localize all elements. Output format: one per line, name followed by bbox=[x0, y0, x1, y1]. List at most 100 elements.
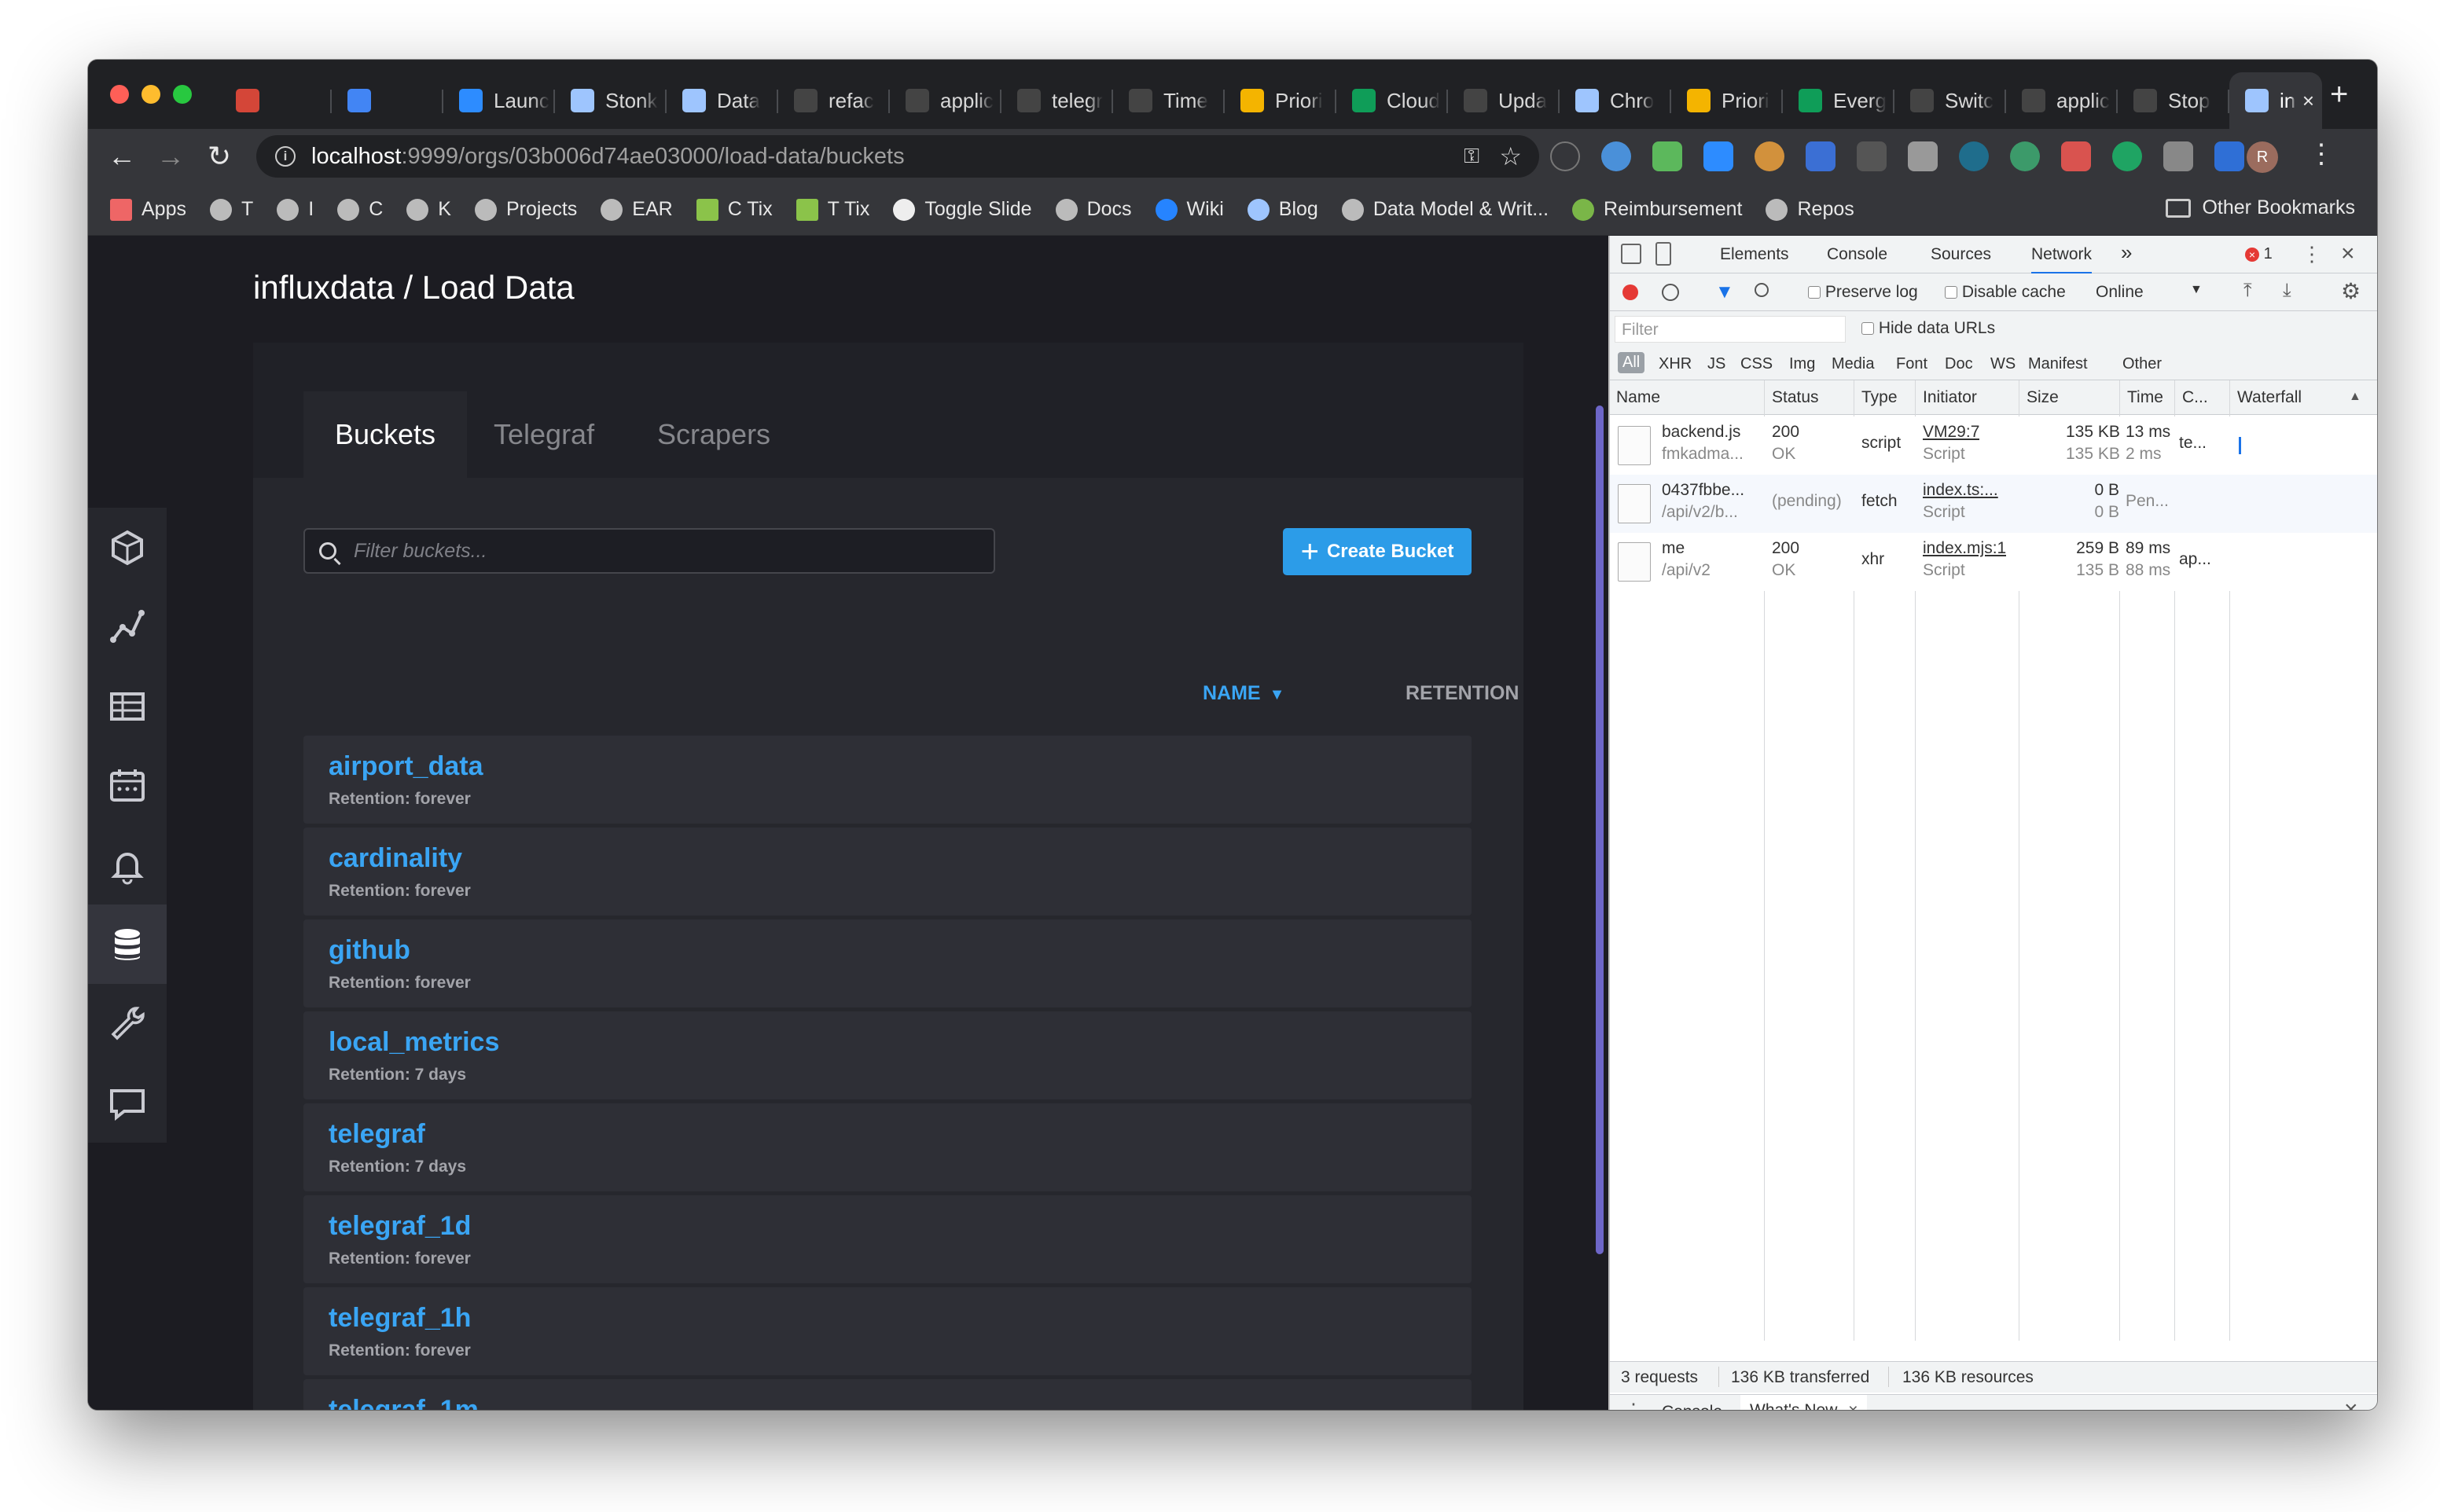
bucket-name-link[interactable]: telegraf bbox=[329, 1119, 1472, 1150]
inspect-element-icon[interactable] bbox=[1621, 244, 1641, 264]
nav-tasks-icon[interactable] bbox=[88, 746, 167, 825]
error-badge[interactable]: × 1 bbox=[2245, 245, 2273, 263]
bucket-name-link[interactable]: local_metrics bbox=[329, 1027, 1472, 1058]
nav-dashboards-icon[interactable] bbox=[88, 666, 167, 746]
bookmark-item[interactable]: Data Model & Writ... bbox=[1341, 198, 1549, 221]
resource-type-xhr[interactable]: XHR bbox=[1659, 355, 1692, 373]
extension-code-icon[interactable] bbox=[1857, 141, 1887, 171]
drawer-close-icon[interactable]: × bbox=[2344, 1396, 2358, 1410]
throttle-select[interactable]: Online ▼ bbox=[2096, 283, 2203, 302]
bookmark-item[interactable]: Toggle Slide bbox=[893, 198, 1032, 221]
bookmark-item[interactable]: Repos bbox=[1766, 198, 1854, 221]
zoom-window-button[interactable] bbox=[173, 85, 192, 104]
column-header[interactable]: Name bbox=[1610, 380, 1764, 415]
filter-funnel-icon[interactable]: ▼ bbox=[1715, 281, 1734, 303]
resource-type-img[interactable]: Img bbox=[1789, 355, 1815, 373]
devtools-menu-icon[interactable]: ⋮ bbox=[2302, 242, 2322, 266]
profile-avatar[interactable]: R bbox=[2247, 141, 2278, 173]
resource-type-doc[interactable]: Doc bbox=[1945, 355, 1973, 373]
bucket-name-link[interactable]: airport_data bbox=[329, 751, 1472, 782]
info-icon[interactable]: i bbox=[275, 146, 296, 167]
bucket-name-link[interactable]: cardinality bbox=[329, 843, 1472, 874]
resource-type-other[interactable]: Other bbox=[2122, 355, 2162, 373]
clear-icon[interactable] bbox=[1662, 284, 1679, 301]
sort-ascending-icon[interactable]: ▲ bbox=[2349, 390, 2361, 404]
bookmark-item[interactable]: Apps bbox=[110, 198, 186, 221]
extension-react-icon[interactable] bbox=[1959, 141, 1989, 171]
extension-info-icon[interactable] bbox=[1550, 141, 1580, 171]
bucket-card[interactable]: telegraf Retention: 7 days bbox=[303, 1103, 1472, 1191]
close-window-button[interactable] bbox=[110, 85, 129, 104]
bucket-card[interactable]: airport_data Retention: forever bbox=[303, 736, 1472, 824]
bucket-card[interactable]: telegraf_1mRetention: forever bbox=[303, 1379, 1472, 1410]
sort-by-name-button[interactable]: NAME ▼ bbox=[1203, 682, 1284, 705]
extension-columns-icon[interactable] bbox=[2061, 141, 2091, 171]
nav-feedback-icon[interactable] bbox=[88, 1063, 167, 1143]
extension-cloud-icon[interactable] bbox=[1652, 141, 1682, 171]
other-bookmarks[interactable]: Other Bookmarks bbox=[2166, 196, 2355, 219]
request-initiator[interactable]: VM29:7 bbox=[1923, 423, 1979, 442]
browser-tab[interactable]: applic bbox=[2006, 75, 2118, 126]
address-bar[interactable]: i localhost:9999/orgs/03b006d74ae03000/l… bbox=[256, 135, 1539, 178]
devtools-tab-sources[interactable]: Sources bbox=[1931, 245, 1991, 264]
browser-tab[interactable] bbox=[332, 75, 443, 126]
extension-dollar-icon[interactable] bbox=[2112, 141, 2142, 171]
browser-tab[interactable]: applic bbox=[890, 75, 1001, 126]
browser-tab[interactable]: Stonk bbox=[555, 75, 667, 126]
network-filter-input[interactable]: Filter bbox=[1615, 316, 1846, 343]
key-icon[interactable]: ⚿ bbox=[1464, 144, 1479, 169]
browser-menu-icon[interactable]: ⋮ bbox=[2308, 138, 2335, 170]
filter-buckets-input[interactable]: Filter buckets... bbox=[303, 528, 995, 574]
bucket-card[interactable]: telegraf_1h Retention: forever bbox=[303, 1287, 1472, 1375]
bucket-card[interactable]: cardinality Retention: forever bbox=[303, 828, 1472, 916]
bucket-card[interactable]: local_metrics Retention: 7 days bbox=[303, 1011, 1472, 1099]
drawer-tab-whats-new[interactable]: What's New × bbox=[1740, 1395, 1868, 1410]
devtools-tab-elements[interactable]: Elements bbox=[1720, 245, 1789, 264]
request-row[interactable]: me/api/v2 200 OK xhr index.mjs:1 Script 259 B 1… bbox=[1610, 533, 2377, 591]
extension-circle-icon[interactable] bbox=[1601, 141, 1631, 171]
bucket-card[interactable]: telegraf_1d Retention: forever bbox=[303, 1195, 1472, 1283]
hide-data-urls-checkbox[interactable]: Hide data URLs bbox=[1861, 319, 1995, 338]
browser-tab[interactable]: Launc bbox=[443, 75, 555, 126]
browser-tab[interactable]: Cloud bbox=[1336, 75, 1448, 126]
extension-z-icon[interactable] bbox=[2214, 141, 2244, 171]
browser-tab[interactable]: Priori bbox=[1671, 75, 1783, 126]
preserve-log-checkbox[interactable]: Preserve log bbox=[1808, 283, 1918, 302]
tab-telegraf[interactable]: Telegraf bbox=[462, 391, 626, 478]
request-row[interactable]: backend.js fmkadma... 200 OK script VM29:7 Scr… bbox=[1610, 417, 2377, 475]
request-initiator[interactable]: index.mjs:1 bbox=[1923, 539, 2006, 558]
column-header[interactable]: C... bbox=[2176, 380, 2229, 415]
drawer-tab-close-icon[interactable]: × bbox=[1848, 1401, 1858, 1410]
column-header[interactable]: Type bbox=[1855, 380, 1915, 415]
nav-settings-wrench-icon[interactable] bbox=[88, 984, 167, 1063]
extension-cookie-icon[interactable] bbox=[1755, 141, 1784, 171]
bucket-name-link[interactable]: github bbox=[329, 935, 1472, 966]
browser-tab[interactable]: telegr bbox=[1001, 75, 1113, 126]
bookmark-item[interactable]: K bbox=[406, 198, 451, 221]
bookmark-item[interactable]: C bbox=[337, 198, 383, 221]
extension-s-icon[interactable] bbox=[1908, 141, 1938, 171]
devtools-tab-network[interactable]: Network bbox=[2031, 245, 2093, 275]
resource-type-media[interactable]: Media bbox=[1832, 355, 1874, 373]
star-icon[interactable]: ☆ bbox=[1499, 141, 1522, 171]
bucket-name-link[interactable]: telegraf_1h bbox=[329, 1303, 1472, 1334]
browser-tab[interactable]: Priori bbox=[1225, 75, 1336, 126]
search-icon[interactable] bbox=[1755, 283, 1769, 297]
back-arrow-icon[interactable]: ← bbox=[102, 137, 141, 176]
resource-type-manifest[interactable]: Manifest bbox=[2028, 355, 2088, 373]
browser-tab[interactable]: Chro bbox=[1560, 75, 1671, 126]
forward-arrow-icon[interactable]: → bbox=[151, 137, 190, 176]
more-tabs-button[interactable]: » bbox=[2121, 240, 2132, 265]
bookmark-item[interactable]: T Tix bbox=[796, 198, 869, 221]
browser-tab[interactable]: Time bbox=[1113, 75, 1225, 126]
drawer-menu-icon[interactable]: ⋮ bbox=[1624, 1400, 1643, 1410]
resource-type-css[interactable]: CSS bbox=[1740, 355, 1773, 373]
export-har-icon[interactable]: ⤓ bbox=[2283, 280, 2291, 302]
browser-tab[interactable]: Switc bbox=[1894, 75, 2006, 126]
bucket-name-link[interactable]: telegraf_1m bbox=[329, 1395, 1472, 1410]
bookmark-item[interactable]: Reimbursement bbox=[1572, 198, 1742, 221]
sort-by-retention-button[interactable]: RETENTION bbox=[1406, 682, 1519, 705]
browser-tab[interactable]: Data bbox=[667, 75, 778, 126]
request-initiator[interactable]: index.ts:... bbox=[1923, 481, 1998, 500]
browser-tab[interactable]: refac bbox=[778, 75, 890, 126]
